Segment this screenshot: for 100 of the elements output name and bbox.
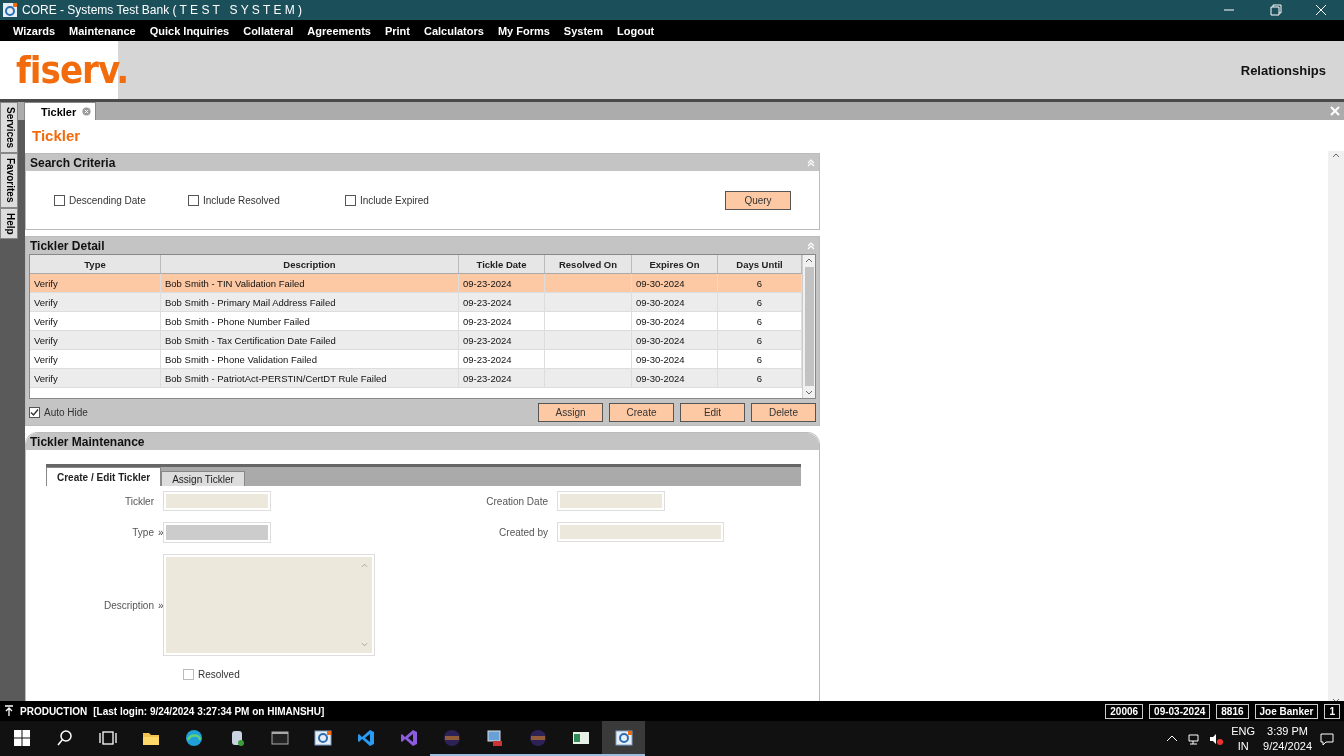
table-cell[interactable]: 09-30-2024 (632, 312, 718, 331)
menu-item[interactable]: Agreements (300, 24, 378, 37)
table-cell[interactable]: Verify (30, 350, 161, 369)
menu-item[interactable]: Print (377, 24, 417, 37)
studio-icon[interactable] (398, 727, 419, 748)
checkbox-label: Include Resolved (203, 194, 280, 206)
menu-item[interactable]: Quick Inquiries (142, 24, 237, 37)
scrollbar[interactable] (802, 255, 815, 398)
table-cell[interactable] (545, 331, 632, 350)
scroll-up-icon[interactable] (805, 258, 813, 263)
side-tab[interactable]: Favorites (0, 153, 18, 208)
table-cell[interactable]: 6 (718, 331, 802, 350)
table-cell[interactable]: Verify (30, 369, 161, 388)
column-header[interactable]: Expires On (632, 255, 718, 274)
scroll-down-icon[interactable] (1332, 698, 1340, 703)
windows-logo-icon[interactable] (11, 727, 32, 748)
input-field[interactable] (558, 492, 664, 510)
network-icon[interactable] (1187, 731, 1202, 746)
action-button[interactable]: Delete (751, 403, 816, 422)
status-field: 09-03-2024 (1149, 703, 1211, 719)
clock-date[interactable]: 9/24/2024 (1263, 738, 1312, 754)
table-cell[interactable] (545, 274, 632, 293)
action-button[interactable]: Create (609, 403, 674, 422)
table-cell[interactable] (545, 293, 632, 312)
input-field[interactable] (558, 523, 723, 541)
input-field[interactable] (164, 492, 270, 510)
eclipse-icon[interactable] (527, 727, 548, 748)
menu-item[interactable]: Calculators (416, 24, 491, 37)
menu-item[interactable]: System (556, 24, 610, 37)
menu-item[interactable]: Wizards (6, 24, 63, 37)
table-cell[interactable]: Bob Smith - Primary Mail Address Failed (161, 293, 459, 312)
action-button[interactable]: Assign (538, 403, 603, 422)
table-cell[interactable]: Bob Smith - Tax Certification Date Failed (161, 331, 459, 350)
tab[interactable]: Create / Edit Tickler (46, 467, 162, 486)
table-cell[interactable]: 09-30-2024 (632, 274, 718, 293)
table-cell[interactable]: 09-23-2024 (459, 369, 545, 388)
table-cell[interactable]: 09-30-2024 (632, 331, 718, 350)
dropdown-field[interactable] (164, 523, 270, 542)
scroll-up-icon[interactable] (1332, 153, 1340, 158)
table-cell[interactable]: Verify (30, 274, 161, 293)
table-cell[interactable] (545, 312, 632, 331)
code-editor-icon[interactable] (355, 727, 376, 748)
table-cell[interactable]: Verify (30, 293, 161, 312)
query-button[interactable]: Query (725, 190, 791, 210)
side-tab[interactable]: Services (0, 102, 18, 154)
table-cell[interactable]: Bob Smith - Phone Number Failed (161, 312, 459, 331)
taskbar-button[interactable] (602, 721, 645, 756)
table-cell[interactable]: 09-23-2024 (459, 293, 545, 312)
table-cell[interactable]: Bob Smith - TIN Validation Failed (161, 274, 459, 293)
checkbox[interactable] (183, 669, 194, 680)
clock-time[interactable]: 3:39 PM (1267, 723, 1308, 739)
required-marker: » (158, 527, 164, 538)
column-header[interactable]: Days Until (718, 255, 802, 274)
search-icon[interactable] (54, 727, 75, 748)
side-tab[interactable]: Help (0, 207, 18, 240)
table-cell[interactable]: 6 (718, 312, 802, 331)
table-cell[interactable]: 6 (718, 369, 802, 388)
column-header[interactable]: Tickle Date (459, 255, 545, 274)
table-cell[interactable]: 09-30-2024 (632, 350, 718, 369)
table-cell[interactable]: Bob Smith - Phone Validation Failed (161, 350, 459, 369)
checkbox[interactable] (29, 407, 40, 418)
column-header[interactable]: Resolved On (545, 255, 632, 274)
document-tab[interactable]: Tickler (24, 102, 97, 120)
computer-icon[interactable] (484, 727, 505, 748)
table-cell[interactable]: 09-23-2024 (459, 331, 545, 350)
checkbox[interactable] (345, 194, 356, 206)
table-cell[interactable]: 09-23-2024 (459, 350, 545, 369)
table-cell[interactable]: 09-23-2024 (459, 274, 545, 293)
table-cell[interactable]: 09-23-2024 (459, 312, 545, 331)
table-cell[interactable]: Bob Smith - PatriotAct-PERSTIN/CertDT Rule Failed (161, 369, 459, 388)
checkbox[interactable] (188, 194, 199, 206)
checkbox[interactable] (54, 194, 65, 206)
menu-item[interactable]: Collateral (236, 24, 301, 37)
app-window-icon[interactable] (613, 727, 634, 748)
table-cell[interactable]: 6 (718, 293, 802, 312)
notification-icon[interactable] (1320, 731, 1334, 746)
eclipse-icon[interactable] (441, 727, 462, 748)
app-window-icon[interactable] (312, 727, 333, 748)
table-cell[interactable]: Verify (30, 331, 161, 350)
table-cell[interactable]: 6 (718, 350, 802, 369)
table-cell[interactable]: Verify (30, 312, 161, 331)
table-cell[interactable] (545, 369, 632, 388)
table-cell[interactable] (545, 350, 632, 369)
status-field: Joe Banker (1254, 703, 1319, 719)
table-cell[interactable]: 09-30-2024 (632, 293, 718, 312)
column-header[interactable]: Description (161, 255, 459, 274)
menu-item[interactable]: My Forms (490, 24, 557, 37)
table-cell[interactable]: 09-30-2024 (632, 369, 718, 388)
language-indicator[interactable]: ENG (1231, 723, 1256, 739)
action-button[interactable]: Edit (680, 403, 745, 422)
menu-item[interactable]: Maintenance (62, 24, 143, 37)
tab[interactable]: Assign Tickler (161, 471, 245, 486)
browser-icon[interactable] (183, 727, 204, 748)
field-label: Type (131, 527, 155, 538)
menu-item[interactable]: Logout (610, 24, 662, 37)
last-login-text: [Last login: 9/24/2024 3:27:34 PM on HIMANSHU] (93, 705, 326, 717)
table-cell[interactable]: 6 (718, 274, 802, 293)
language-indicator[interactable]: IN (1237, 738, 1249, 754)
column-header[interactable]: Type (30, 255, 161, 274)
window-title: CORE - Systems Test Bank ( T E S T S Y S T E M ) (22, 3, 304, 17)
